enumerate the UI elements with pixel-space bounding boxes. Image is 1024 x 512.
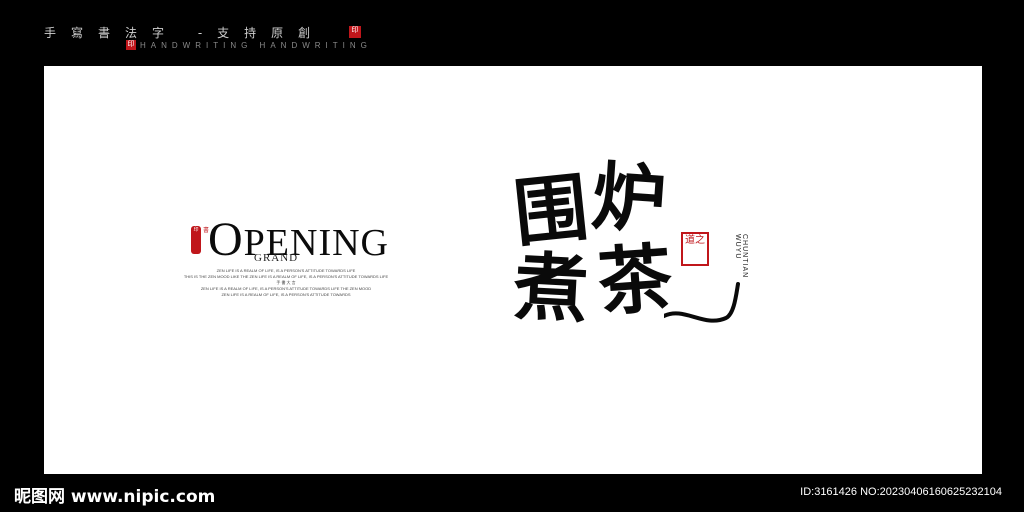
header: 手寫書法字 -支持原創 印 印 HANDWRITING HANDWRITING xyxy=(44,24,984,54)
red-seal-icon: 印 xyxy=(191,226,201,254)
vertical-english: CHUNTIAN WUYU xyxy=(734,234,748,279)
nipic-logo: 昵图网 www.nipic.com xyxy=(14,487,216,507)
calligraphy-char: 围 xyxy=(509,164,593,258)
header-title: 手寫書法字 -支持原創 xyxy=(44,26,326,40)
fine-print: ZEN LIFE IS A REALM OF LIFE, IS A PERSON… xyxy=(180,268,392,298)
seal-icon: 印 xyxy=(349,26,361,38)
image-id: ID:3161426 NO:20230406160625232104 xyxy=(800,486,1002,498)
calligraphy-char: 茶 xyxy=(595,235,675,327)
calligraphy-char: 炉 xyxy=(589,153,669,245)
opening-title: OPENING xyxy=(208,213,389,266)
seal-icon-small: 印 xyxy=(126,40,136,50)
calligraphy-char: 煮 xyxy=(511,244,591,334)
grand-subtitle: GRAND xyxy=(254,252,299,264)
fine-line: ZEN LIFE IS A REALM OF LIFE, IS A PERSON… xyxy=(221,292,351,297)
header-subtitle: HANDWRITING HANDWRITING xyxy=(140,41,372,50)
design-canvas: 印 書 OPENING GRAND ZEN LIFE IS A REALM OF… xyxy=(44,66,982,474)
red-seal-right-icon: 道之 xyxy=(681,232,709,266)
